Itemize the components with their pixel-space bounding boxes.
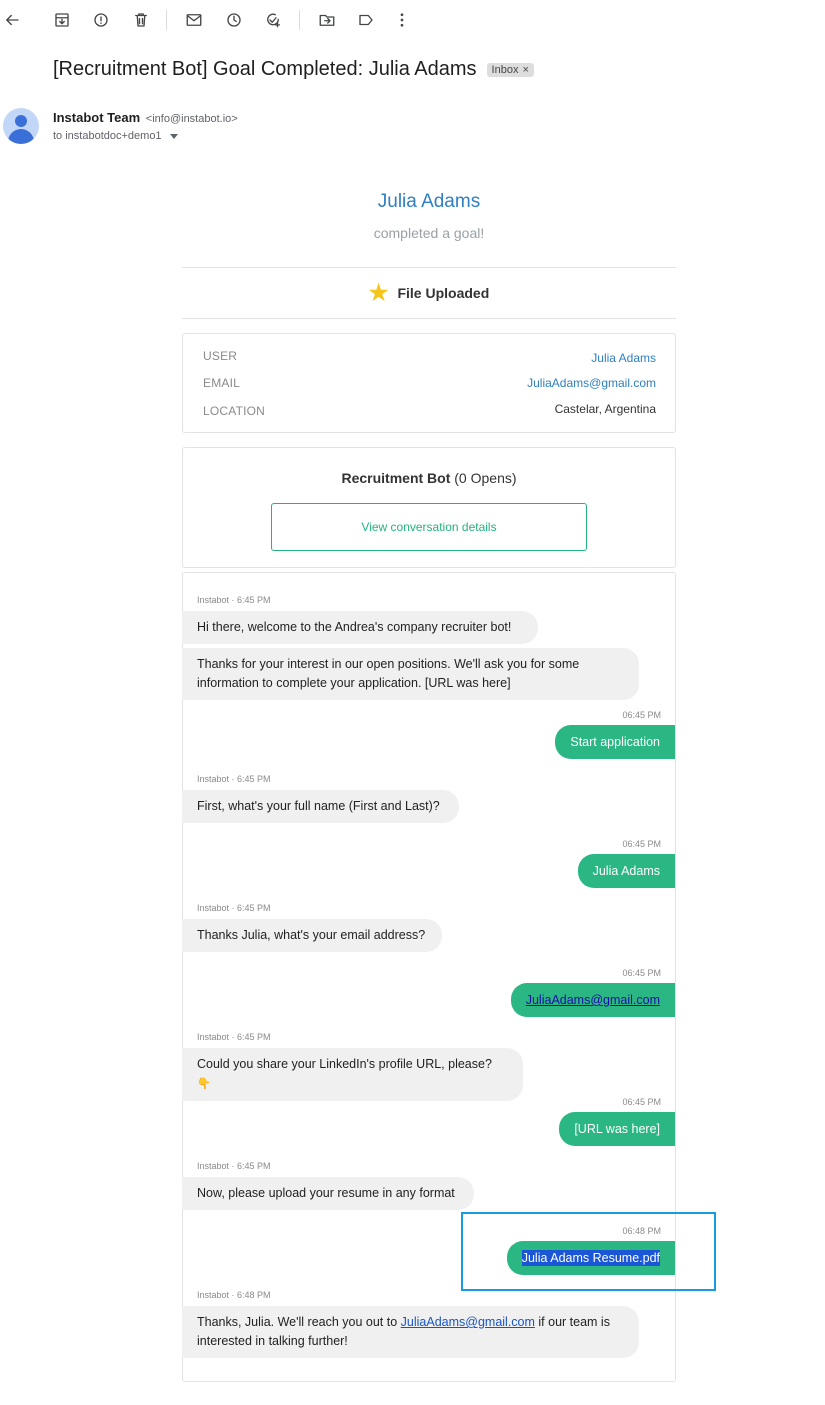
user-message: Julia Adams bbox=[577, 854, 675, 888]
info-row-email: EMAIL JuliaAdams@gmail.com bbox=[203, 376, 656, 390]
snooze-icon[interactable] bbox=[223, 9, 245, 31]
move-to-icon[interactable] bbox=[316, 9, 338, 31]
email-subject: [Recruitment Bot] Goal Completed: Julia … bbox=[53, 58, 534, 81]
bot-message: Thanks for your interest in our open pos… bbox=[182, 648, 639, 700]
highlight-box bbox=[461, 1212, 716, 1291]
bot-message: Thanks, Julia. We'll reach you out to Ju… bbox=[182, 1306, 639, 1358]
sender-line: Instabot Team <info@instabot.io> bbox=[53, 110, 238, 125]
info-key: EMAIL bbox=[203, 376, 241, 390]
message-timestamp: Instabot · 6:45 PM bbox=[197, 1032, 271, 1042]
archive-icon[interactable] bbox=[51, 9, 73, 31]
info-key: USER bbox=[203, 349, 238, 363]
back-arrow-icon[interactable] bbox=[1, 9, 23, 31]
view-conversation-button[interactable]: View conversation details bbox=[271, 503, 587, 551]
info-row-user: USER Julia Adams bbox=[203, 349, 656, 365]
label-icon[interactable] bbox=[355, 9, 377, 31]
recipient-text: to instabotdoc+demo1 bbox=[53, 130, 162, 142]
toolbar bbox=[0, 0, 825, 40]
inbox-label-chip[interactable]: Inbox × bbox=[486, 62, 534, 77]
goal-name: File Uploaded bbox=[397, 285, 490, 301]
message-timestamp: Instabot · 6:45 PM bbox=[197, 903, 271, 913]
goal-title: ★ File Uploaded bbox=[182, 280, 676, 305]
mark-unread-icon[interactable] bbox=[183, 9, 205, 31]
delete-icon[interactable] bbox=[130, 9, 152, 31]
message-timestamp: 06:45 PM bbox=[622, 968, 661, 978]
info-key: LOCATION bbox=[203, 404, 266, 418]
sender-avatar[interactable] bbox=[3, 108, 39, 144]
chip-label: Inbox bbox=[491, 63, 519, 76]
bot-message: Hi there, welcome to the Andrea's compan… bbox=[182, 611, 538, 644]
pointing-down-icon: 👇 bbox=[197, 1078, 211, 1090]
bot-name: Recruitment Bot bbox=[341, 470, 451, 486]
divider bbox=[182, 267, 676, 268]
show-details-caret-icon[interactable] bbox=[169, 133, 178, 139]
bot-message-text: Could you share your LinkedIn's profile … bbox=[197, 1057, 492, 1071]
toolbar-divider bbox=[299, 10, 300, 30]
bot-message: Thanks Julia, what's your email address? bbox=[182, 919, 442, 952]
bot-card: Recruitment Bot (0 Opens) View conversat… bbox=[182, 447, 676, 568]
divider bbox=[182, 318, 676, 319]
user-message: JuliaAdams@gmail.com bbox=[510, 983, 675, 1017]
message-timestamp: 06:45 PM bbox=[622, 839, 661, 849]
user-message: Start application bbox=[555, 725, 675, 759]
recipient-line: to instabotdoc+demo1 bbox=[53, 130, 178, 142]
user-message: [URL was here] bbox=[559, 1112, 675, 1146]
subject-text: [Recruitment Bot] Goal Completed: Julia … bbox=[53, 58, 477, 80]
info-email-link[interactable]: JuliaAdams@gmail.com bbox=[527, 376, 656, 390]
message-timestamp: Instabot · 6:45 PM bbox=[197, 774, 271, 784]
info-location-value: Castelar, Argentina bbox=[554, 402, 656, 416]
email-link[interactable]: JuliaAdams@gmail.com bbox=[526, 993, 660, 1007]
email-link[interactable]: JuliaAdams@gmail.com bbox=[401, 1315, 535, 1329]
star-icon: ★ bbox=[368, 280, 389, 305]
bot-message-text: Thanks, Julia. We'll reach you out to bbox=[197, 1315, 398, 1329]
goal-subtitle: completed a goal! bbox=[373, 225, 485, 241]
sender-email: <info@instabot.io> bbox=[145, 113, 238, 125]
message-timestamp: 06:45 PM bbox=[622, 1097, 661, 1107]
sender-name[interactable]: Instabot Team bbox=[53, 110, 140, 125]
message-timestamp: Instabot · 6:45 PM bbox=[197, 1161, 271, 1171]
info-row-location: LOCATION Castelar, Argentina bbox=[203, 402, 656, 418]
toolbar-divider bbox=[166, 10, 167, 30]
report-spam-icon[interactable] bbox=[90, 9, 112, 31]
message-timestamp: Instabot · 6:48 PM bbox=[197, 1290, 271, 1300]
add-task-icon[interactable] bbox=[262, 9, 284, 31]
info-user-link[interactable]: Julia Adams bbox=[591, 351, 656, 365]
remove-label-icon[interactable]: × bbox=[522, 64, 528, 76]
bot-message: Could you share your LinkedIn's profile … bbox=[182, 1048, 523, 1101]
bot-message: Now, please upload your resume in any fo… bbox=[182, 1177, 474, 1210]
user-info-card: USER Julia Adams EMAIL JuliaAdams@gmail.… bbox=[182, 333, 676, 433]
bot-opens: (0 Opens) bbox=[454, 470, 517, 486]
bot-title: Recruitment Bot (0 Opens) bbox=[183, 470, 675, 486]
message-timestamp: Instabot · 6:45 PM bbox=[197, 595, 271, 605]
bot-message: First, what's your full name (First and … bbox=[182, 790, 459, 823]
message-timestamp: 06:45 PM bbox=[622, 710, 661, 720]
goal-user-name[interactable]: Julia Adams bbox=[182, 191, 676, 213]
more-icon[interactable] bbox=[391, 9, 413, 31]
